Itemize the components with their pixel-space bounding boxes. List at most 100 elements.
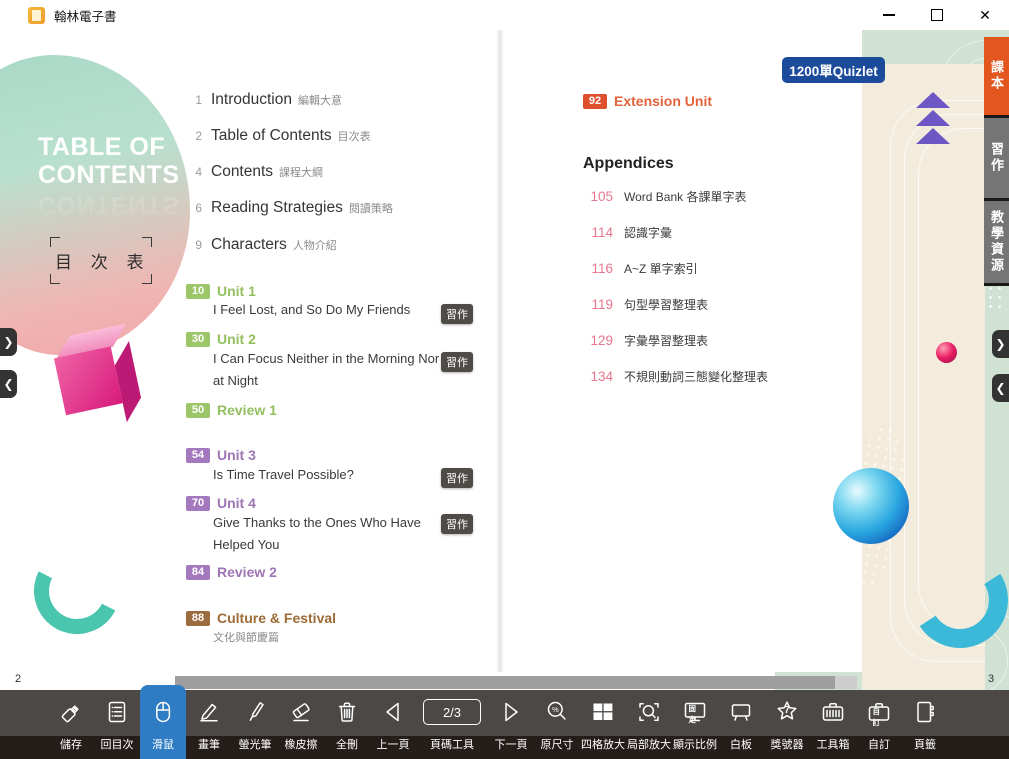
toc-seal: 目 次 表 bbox=[50, 237, 152, 284]
nav-prev-left-button[interactable]: ❮ bbox=[0, 370, 17, 398]
unit2-title-line2[interactable]: at Night bbox=[213, 373, 258, 388]
trash-icon bbox=[334, 690, 360, 734]
unit1-workbook-badge[interactable]: 習作 bbox=[441, 304, 473, 324]
tool-highlighter[interactable]: 螢光筆 bbox=[232, 690, 278, 759]
highlighter-icon bbox=[242, 690, 268, 734]
maximize-button[interactable] bbox=[913, 0, 961, 30]
tool-page-tabs[interactable]: 頁籤 bbox=[902, 690, 948, 759]
unit3-workbook-badge[interactable]: 習作 bbox=[441, 468, 473, 488]
deco-purple-triangle bbox=[916, 110, 950, 126]
title-bar: 翰林電子書 ✕ bbox=[0, 0, 1009, 30]
tool-original-size[interactable]: % 原尺寸 bbox=[534, 690, 580, 759]
tool-mouse[interactable]: 滑鼠 bbox=[140, 685, 186, 759]
deco-purple-triangle bbox=[916, 92, 950, 108]
prev-triangle-icon bbox=[380, 690, 406, 734]
close-button[interactable]: ✕ bbox=[961, 0, 1009, 30]
tool-back-to-toc[interactable]: 回目次 bbox=[94, 690, 140, 759]
tool-whiteboard[interactable]: 白板 bbox=[718, 690, 764, 759]
tool-display-ratio[interactable]: 固定 顯示比例 bbox=[672, 690, 718, 759]
grid-icon bbox=[590, 690, 616, 734]
horizontal-scrollbar[interactable] bbox=[175, 676, 857, 689]
tool-partial-zoom[interactable]: 局部放大 bbox=[626, 690, 672, 759]
seal-corner bbox=[50, 237, 60, 247]
custom-case-icon: 自訂 bbox=[866, 690, 892, 734]
deco-purple-triangle bbox=[916, 128, 950, 144]
appendix-sentence-patterns[interactable]: 119 句型學習整理表 bbox=[583, 296, 708, 313]
toc-entry-review2[interactable]: 84 Review 2 bbox=[186, 564, 277, 580]
toc-entry-unit1[interactable]: 10 Unit 1 bbox=[186, 283, 256, 299]
star-icon: 7 bbox=[774, 690, 800, 734]
unit2-workbook-badge[interactable]: 習作 bbox=[441, 352, 473, 372]
hero-line2: CONTENTS bbox=[38, 161, 180, 189]
tool-pen[interactable]: 畫筆 bbox=[186, 690, 232, 759]
app-logo-icon bbox=[28, 7, 45, 24]
chevron-right-icon: ❯ bbox=[995, 337, 1005, 351]
nav-prev-right-button[interactable]: ❮ bbox=[992, 374, 1009, 402]
book-tabs-icon bbox=[912, 690, 938, 734]
deco-red-ball bbox=[936, 342, 957, 363]
appendix-az-index[interactable]: 116 A~Z 單字索引 bbox=[583, 260, 698, 277]
appendix-word-bank[interactable]: 105 Word Bank 各課單字表 bbox=[583, 188, 746, 205]
nav-next-left-button[interactable]: ❯ bbox=[0, 328, 17, 356]
tool-delete-all[interactable]: 全刪 bbox=[324, 690, 370, 759]
toc-entry-review1[interactable]: 50 Review 1 bbox=[186, 402, 277, 418]
toc-entry-culture-festival[interactable]: 88 Culture & Festival bbox=[186, 610, 336, 626]
tab-textbook[interactable]: 課本 bbox=[984, 37, 1009, 118]
tool-eraser[interactable]: 橡皮擦 bbox=[278, 690, 324, 759]
bottom-toolbar: 儲存 回目次 滑鼠 畫筆 bbox=[0, 690, 1009, 759]
tool-number-picker[interactable]: 7 獎號器 bbox=[764, 690, 810, 759]
minimize-icon bbox=[883, 14, 895, 16]
appendices-heading: Appendices bbox=[583, 155, 674, 173]
toc-entry-unit4[interactable]: 70 Unit 4 bbox=[186, 495, 256, 511]
culture-subtitle: 文化與節慶篇 bbox=[213, 629, 279, 645]
deco-pink-cube bbox=[50, 322, 152, 424]
tool-custom[interactable]: 自訂 自訂 bbox=[856, 690, 902, 759]
toc-entry-introduction[interactable]: 1 Introduction 編輯大意 bbox=[186, 91, 342, 109]
side-tab-bar: 課本 習作 教學資源 bbox=[984, 37, 1009, 286]
toc-entry-table-of-contents[interactable]: 2 Table of Contents 目次表 bbox=[186, 127, 371, 145]
toolbox-icon bbox=[820, 690, 846, 734]
scrollbar-thumb[interactable] bbox=[175, 676, 835, 689]
toc-entry-reading-strategies[interactable]: 6 Reading Strategies 閱讀策略 bbox=[186, 199, 393, 217]
next-triangle-icon bbox=[498, 690, 524, 734]
tool-previous-page[interactable]: 上一頁 bbox=[370, 690, 416, 759]
unit4-workbook-badge[interactable]: 習作 bbox=[441, 514, 473, 534]
toc-entry-characters[interactable]: 9 Characters 人物介紹 bbox=[186, 236, 337, 254]
nav-next-right-button[interactable]: ❯ bbox=[992, 330, 1009, 358]
tab-workbook[interactable]: 習作 bbox=[984, 118, 1009, 201]
zoom-percent-icon: % bbox=[544, 690, 570, 734]
minimize-button[interactable] bbox=[865, 0, 913, 30]
appendix-irregular-verbs[interactable]: 134 不規則動詞三態變化整理表 bbox=[583, 368, 768, 385]
unit2-title-line1[interactable]: I Can Focus Neither in the Morning Nor bbox=[213, 351, 439, 366]
toc-entry-extension-unit[interactable]: 92 Extension Unit bbox=[583, 93, 712, 109]
unit3-title[interactable]: Is Time Travel Possible? bbox=[213, 467, 354, 482]
seal-text: 目 次 表 bbox=[55, 248, 147, 273]
unit4-title-line2[interactable]: Helped You bbox=[213, 537, 280, 552]
quizlet-button[interactable]: 1200單Quizlet bbox=[782, 57, 885, 83]
toc-entry-contents[interactable]: 4 Contents 課程大綱 bbox=[186, 163, 323, 181]
svg-text:%: % bbox=[552, 705, 559, 714]
tool-save[interactable]: 儲存 bbox=[48, 690, 94, 759]
toc-hero-title: TABLE OF CONTENTS bbox=[38, 133, 180, 189]
appendix-vocabulary[interactable]: 114 認識字彙 bbox=[583, 224, 672, 241]
unit1-title[interactable]: I Feel Lost, and So Do My Friends bbox=[213, 302, 410, 317]
toc-entry-unit3[interactable]: 54 Unit 3 bbox=[186, 447, 256, 463]
toc-entry-unit2[interactable]: 30 Unit 2 bbox=[186, 331, 256, 347]
seal-corner bbox=[142, 237, 152, 247]
appendix-vocab-summary[interactable]: 129 字彙學習整理表 bbox=[583, 332, 708, 349]
right-page-number: 3 bbox=[988, 673, 994, 685]
tool-next-page[interactable]: 下一頁 bbox=[488, 690, 534, 759]
unit4-title-line1[interactable]: Give Thanks to the Ones Who Have bbox=[213, 515, 421, 530]
chevron-right-icon: ❯ bbox=[3, 335, 13, 349]
tool-toolbox[interactable]: 工具箱 bbox=[810, 690, 856, 759]
right-page bbox=[500, 30, 862, 672]
pen-icon bbox=[196, 690, 222, 734]
tool-four-grid-zoom[interactable]: 四格放大 bbox=[580, 690, 626, 759]
tab-teaching-resources[interactable]: 教學資源 bbox=[984, 201, 1009, 286]
page-indicator-value[interactable]: 2/3 bbox=[423, 699, 481, 725]
tool-page-indicator[interactable]: 2/3 頁碼工具 bbox=[416, 690, 488, 759]
book-spread: TABLE OF CONTENTS TABLE OF CONTENTS 目 次 … bbox=[0, 30, 1009, 690]
hero-line1: TABLE OF bbox=[38, 133, 180, 161]
page-gutter bbox=[496, 30, 504, 672]
toc-icon bbox=[104, 690, 130, 734]
